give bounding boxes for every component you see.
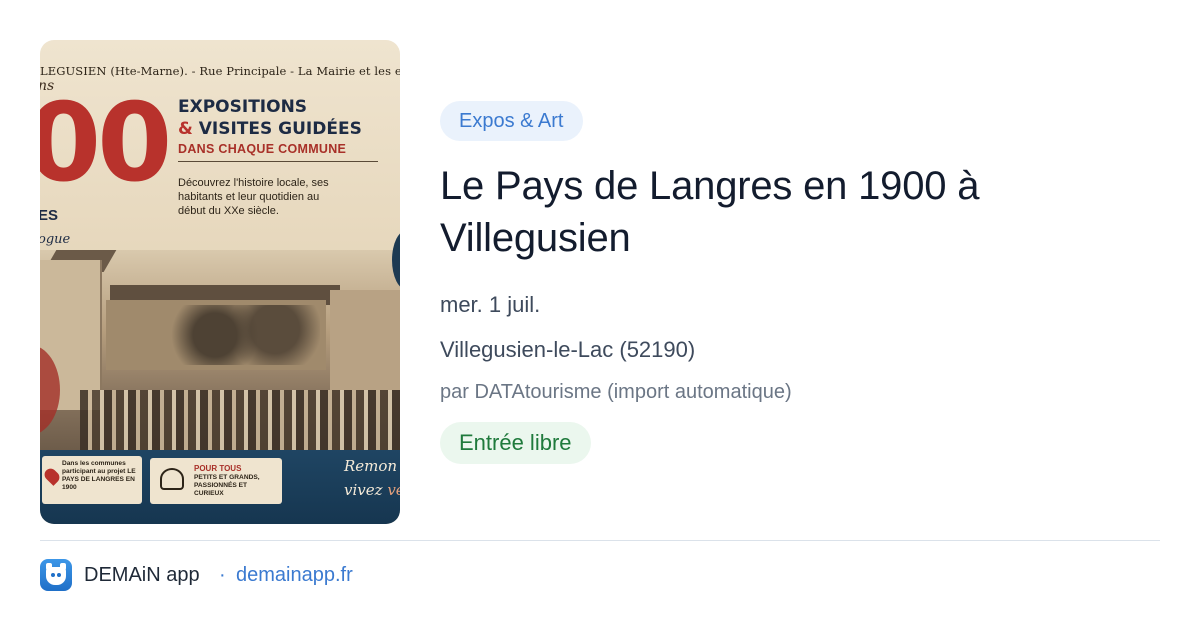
app-name[interactable]: DEMAiN app — [84, 562, 200, 588]
poster-title-line2: & VISITES GUIDÉES — [178, 118, 378, 140]
event-title: Le Pays de Langres en 1900 à Villegusien — [440, 164, 980, 260]
event-date: mer. 1 juil. — [440, 292, 541, 317]
poster-side-fragment-2: ogue — [40, 232, 71, 247]
poster-title: EXPOSITIONS & VISITES GUIDÉES — [178, 96, 378, 140]
poster-script-line2: vivez ve — [344, 478, 400, 502]
poster-description: Découvrez l'histoire locale, ses habitan… — [178, 177, 329, 217]
poster-title-amp: & — [178, 119, 193, 139]
photo-children-group — [80, 390, 400, 455]
poster-blue-shape — [392, 230, 400, 290]
event-location: Villegusien-le-Lac (52190) — [440, 337, 696, 362]
photo-trees — [170, 305, 320, 365]
event-poster-image[interactable]: LEGUSIEN (Hte-Marne). - Rue Principale -… — [40, 40, 400, 524]
demain-app-icon[interactable] — [40, 559, 72, 591]
map-pin-icon — [42, 466, 62, 486]
poster-script-tagline: Remon vivez ve — [344, 454, 400, 502]
poster-box2-text: PETITS ET GRANDS, PASSIONNÉS ET CURIEUX — [194, 474, 260, 497]
poster-script-line1: Remon — [344, 457, 398, 475]
footer-separator: · — [219, 564, 226, 586]
poster-script-line2-accent: ve — [387, 481, 400, 499]
poster-box2-title: POUR TOUS — [194, 464, 242, 473]
app-icon-eye — [57, 573, 61, 577]
people-icon — [160, 468, 184, 490]
poster-title-line1: EXPOSITIONS — [178, 97, 308, 117]
poster-title-line2-text: VISITES GUIDÉES — [198, 119, 362, 139]
poster-subtitle: DANS CHAQUE COMMUNE — [178, 142, 378, 162]
poster-script-line2-text: vivez — [344, 481, 383, 499]
app-icon-eye — [51, 573, 55, 577]
poster-caption: LEGUSIEN (Hte-Marne). - Rue Principale -… — [40, 64, 400, 78]
poster-side-fragment: ES — [40, 207, 59, 224]
app-domain-link[interactable]: demainapp.fr — [236, 562, 353, 588]
poster-historic-photo — [40, 230, 400, 455]
app-icon-face — [46, 567, 66, 585]
poster-box1-text: Dans les communes participant au projet … — [62, 460, 136, 491]
price-badge: Entrée libre — [440, 422, 591, 464]
category-badge[interactable]: Expos & Art — [440, 101, 583, 141]
poster-info-box-location: Dans les communes participant au projet … — [42, 456, 142, 504]
footer-divider — [40, 540, 1160, 541]
poster-year-fragment: 00 — [40, 81, 172, 206]
event-source: par DATAtourisme (import automatique) — [440, 381, 792, 403]
poster-info-box-audience: POUR TOUS PETITS ET GRANDS, PASSIONNÉS E… — [150, 458, 282, 504]
photo-building — [330, 290, 400, 390]
